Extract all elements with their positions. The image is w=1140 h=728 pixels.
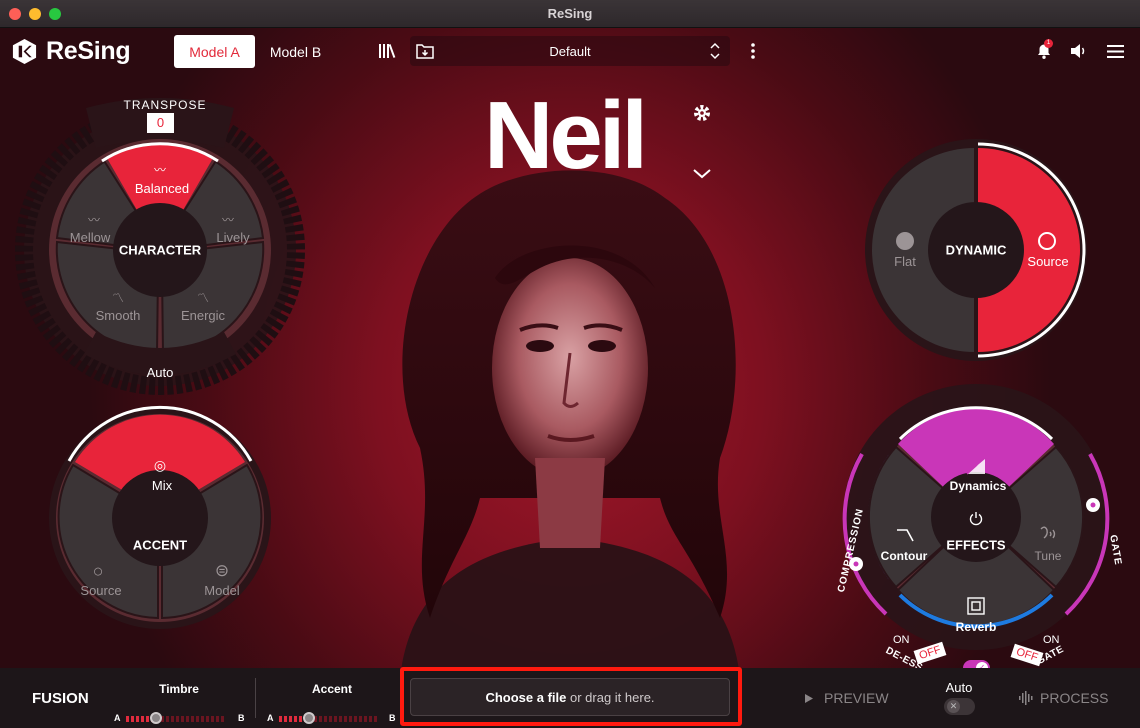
play-icon <box>805 693 813 703</box>
preset-name: Default <box>549 43 591 59</box>
auto-toggle[interactable]: ✕ <box>944 698 975 715</box>
timbre-end-label: B <box>238 713 245 723</box>
transpose-label: TRANSPOSE <box>123 98 207 112</box>
segment-label-source-dynamic: Source <box>1027 254 1069 269</box>
tab-model-b[interactable]: Model B <box>255 35 336 68</box>
wave-icon: 〽 <box>196 291 210 305</box>
character-center-label: CHARACTER <box>118 242 202 258</box>
source-circle-icon: ○ <box>92 561 104 581</box>
contour-icon <box>897 529 914 542</box>
timbre-track[interactable] <box>126 716 226 722</box>
main-stage: ReSing Model A Model B Default 1 Neil TR… <box>0 28 1140 668</box>
segment-label-smooth: Smooth <box>95 308 141 323</box>
segment-label-reverb: Reverb <box>955 620 997 634</box>
segment-label-energic: Energic <box>180 308 226 323</box>
chevron-down-icon[interactable] <box>692 166 712 182</box>
window-controls <box>9 8 61 20</box>
dropzone-choose-link[interactable]: Choose a file <box>485 690 566 705</box>
gate-on-label[interactable]: ON <box>1043 634 1060 646</box>
segment-label-model: Model <box>204 583 240 598</box>
top-bar: ReSing Model A Model B Default 1 <box>0 28 1140 74</box>
logo: ReSing <box>11 37 131 66</box>
timbre-slider[interactable]: Timbre A B <box>114 682 245 724</box>
source-circle-icon <box>1038 232 1056 250</box>
transpose-value[interactable]: 0 <box>147 113 174 133</box>
window-title: ReSing <box>547 6 593 21</box>
wave-icon: 〽 <box>111 291 125 305</box>
fusion-label: FUSION <box>32 690 89 707</box>
accent-thumb[interactable] <box>303 712 315 724</box>
settings-gear-icon[interactable] <box>692 103 712 123</box>
segment-label-contour: Contour <box>880 549 928 563</box>
accent-track[interactable] <box>279 716 379 722</box>
effects-center-label: EFFECTS <box>946 537 1006 553</box>
segment-label-mix: Mix <box>151 478 173 493</box>
timbre-start-label: A <box>114 713 121 723</box>
tab-model-a[interactable]: Model A <box>174 35 255 68</box>
preview-button[interactable]: PREVIEW <box>804 690 889 706</box>
character-auto-label[interactable]: Auto <box>147 365 174 380</box>
preview-label: PREVIEW <box>824 690 889 706</box>
effects-wheel: Dynamics Contour Tune Reverb EFFECTS COM… <box>826 384 1126 668</box>
tune-icon <box>1040 526 1056 539</box>
app-name: ReSing <box>46 37 131 65</box>
process-label: PROCESS <box>1040 690 1109 706</box>
segment-label-source: Source <box>80 583 122 598</box>
dynamic-center-label: DYNAMIC <box>945 242 1007 258</box>
preset-selector[interactable]: Default <box>410 36 730 66</box>
bell-icon[interactable]: 1 <box>1034 39 1054 61</box>
dropzone-rest-text: or drag it here. <box>566 689 655 705</box>
window-titlebar: ReSing <box>0 0 1140 28</box>
maximize-window-button[interactable] <box>49 8 61 20</box>
dynamic-wheel: Flat Source DYNAMIC <box>864 138 1088 362</box>
auto-toggle-block: Auto ✕ <box>944 680 976 715</box>
segment-label-mellow: Mellow <box>69 230 111 245</box>
process-button[interactable]: PROCESS <box>1018 690 1108 706</box>
close-icon: ✕ <box>947 700 960 713</box>
segment-label-flat: Flat <box>894 254 916 269</box>
singer-portrait <box>401 170 739 668</box>
slider-divider <box>255 678 256 718</box>
bottom-bar: FUSION Timbre A B Accent A B Choose a fi… <box>0 667 1140 728</box>
segment-label-balanced: Balanced <box>134 181 190 196</box>
model-globe-icon: ⊜ <box>214 561 230 580</box>
waveform-icon <box>1019 691 1033 705</box>
accent-wheel: ◎ Mix ○ Source ⊜ Model ACCENT <box>48 405 272 630</box>
wave-icon: 〰 <box>87 213 101 227</box>
singer-name: Neil <box>484 82 648 189</box>
dynamics-icon <box>966 459 985 475</box>
power-icon[interactable] <box>969 511 983 526</box>
de-ess-on-label[interactable]: ON <box>893 634 910 646</box>
chevron-updown-icon <box>710 42 720 60</box>
minimize-window-button[interactable] <box>29 8 41 20</box>
menu-icon[interactable] <box>1105 41 1125 61</box>
reverb-icon <box>967 597 985 615</box>
wave-icon: 〰 <box>153 163 167 177</box>
wave-icon: 〰 <box>221 213 235 227</box>
file-dropzone[interactable]: Choose a file or drag it here. <box>410 678 730 716</box>
segment-label-tune: Tune <box>1034 549 1062 563</box>
mix-icon: ◎ <box>153 457 167 473</box>
timbre-thumb[interactable] <box>150 712 162 724</box>
flat-icon <box>896 232 914 250</box>
library-icon[interactable] <box>377 41 397 61</box>
segment-label-dynamics: Dynamics <box>949 479 1007 493</box>
segment-label-lively: Lively <box>216 230 250 245</box>
effects-enable-toggle[interactable]: ✓ <box>963 660 990 668</box>
accent-center-label: ACCENT <box>132 537 188 553</box>
more-vertical-icon[interactable] <box>746 41 760 61</box>
accent-start-label: A <box>267 713 274 723</box>
auto-label: Auto <box>945 680 973 695</box>
speaker-icon[interactable] <box>1069 41 1089 61</box>
notification-badge: 1 <box>1044 39 1053 48</box>
accent-slider-label: Accent <box>311 682 352 696</box>
close-window-button[interactable] <box>9 8 21 20</box>
logo-icon <box>12 38 37 65</box>
timbre-label: Timbre <box>159 682 199 696</box>
accent-slider[interactable]: Accent A B <box>267 682 397 724</box>
accent-end-label: B <box>389 713 396 723</box>
character-wheel: TRANSPOSE 0 〰 Balanced 〰 Mellow 〰 Lively… <box>15 88 305 396</box>
